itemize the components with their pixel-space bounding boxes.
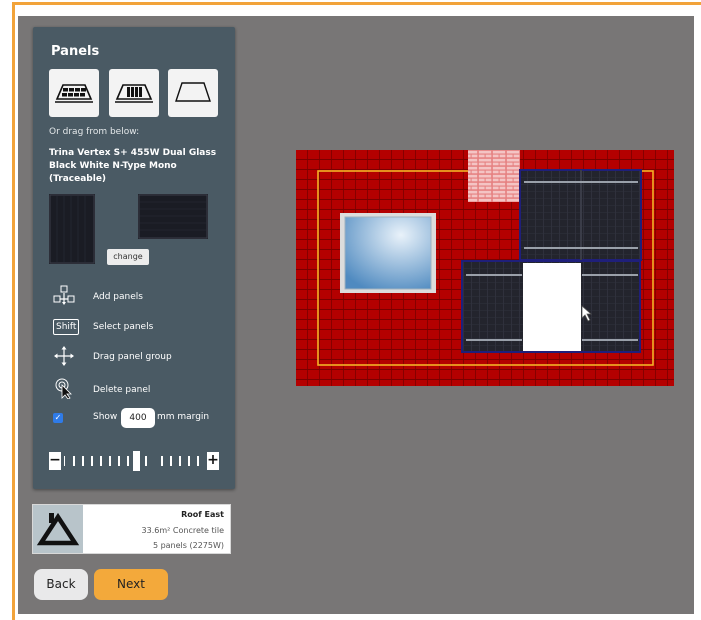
select-panels-label: Select panels (93, 322, 154, 332)
roof-icon (33, 505, 83, 553)
shift-key-icon: Shift (53, 319, 80, 335)
zoom-slider[interactable]: − + (49, 451, 219, 471)
drag-hint: Or drag from below: (49, 127, 140, 137)
empty-roof-layout-icon (175, 82, 211, 102)
change-panel-button[interactable]: change (107, 249, 149, 265)
delete-panel-label: Delete panel (93, 385, 151, 395)
skylight-obstacle (344, 216, 432, 290)
next-button[interactable]: Next (94, 569, 168, 600)
portrait-panel-thumbnail[interactable] (49, 194, 95, 264)
top-border (12, 2, 701, 5)
landscape-panel-texture (138, 194, 208, 239)
add-panels-icon (53, 285, 75, 307)
panel-grid-layout-icon (115, 84, 153, 103)
portrait-panel-texture (49, 194, 95, 264)
product-name: Trina Vertex S+ 455W Dual Glass Black Wh… (49, 148, 217, 184)
panels-sidebar: Panels Or drag from below: Trina Vertex … (33, 27, 235, 489)
zoom-out-button[interactable]: − (49, 452, 61, 470)
back-button[interactable]: Back (34, 569, 88, 600)
selected-panel-slot[interactable] (523, 263, 581, 351)
roof-area: 33.6m² Concrete tile (141, 526, 224, 535)
delete-panel-icon (53, 377, 75, 400)
margin-unit-label: mm margin (157, 412, 210, 422)
roof-name: Roof East (181, 510, 224, 519)
roof-card[interactable]: Roof East 33.6m² Concrete tile 5 panels … (32, 504, 231, 554)
panel-row-layout-button[interactable] (49, 69, 99, 117)
panels-title: Panels (51, 44, 100, 59)
show-margin-label: Show (93, 412, 118, 422)
landscape-panel-thumbnail[interactable] (138, 194, 208, 239)
margin-input[interactable]: 400 (121, 408, 155, 428)
chimney-obstacle[interactable] (468, 150, 520, 202)
drag-panel-group-label: Drag panel group (93, 352, 172, 362)
zoom-slider-thumb[interactable] (133, 451, 140, 471)
empty-roof-layout-button[interactable] (168, 69, 218, 117)
left-border (12, 2, 15, 620)
zoom-in-button[interactable]: + (207, 452, 219, 470)
roof-panel-count: 5 panels (2275W) (152, 541, 224, 550)
show-margin-checkbox[interactable]: ✓ (53, 413, 63, 423)
move-icon (53, 345, 75, 367)
add-panels-label: Add panels (93, 292, 143, 302)
roof-surface[interactable] (296, 150, 674, 386)
panel-grid-layout-button[interactable] (109, 69, 159, 117)
panel-row-layout-icon (55, 84, 93, 103)
